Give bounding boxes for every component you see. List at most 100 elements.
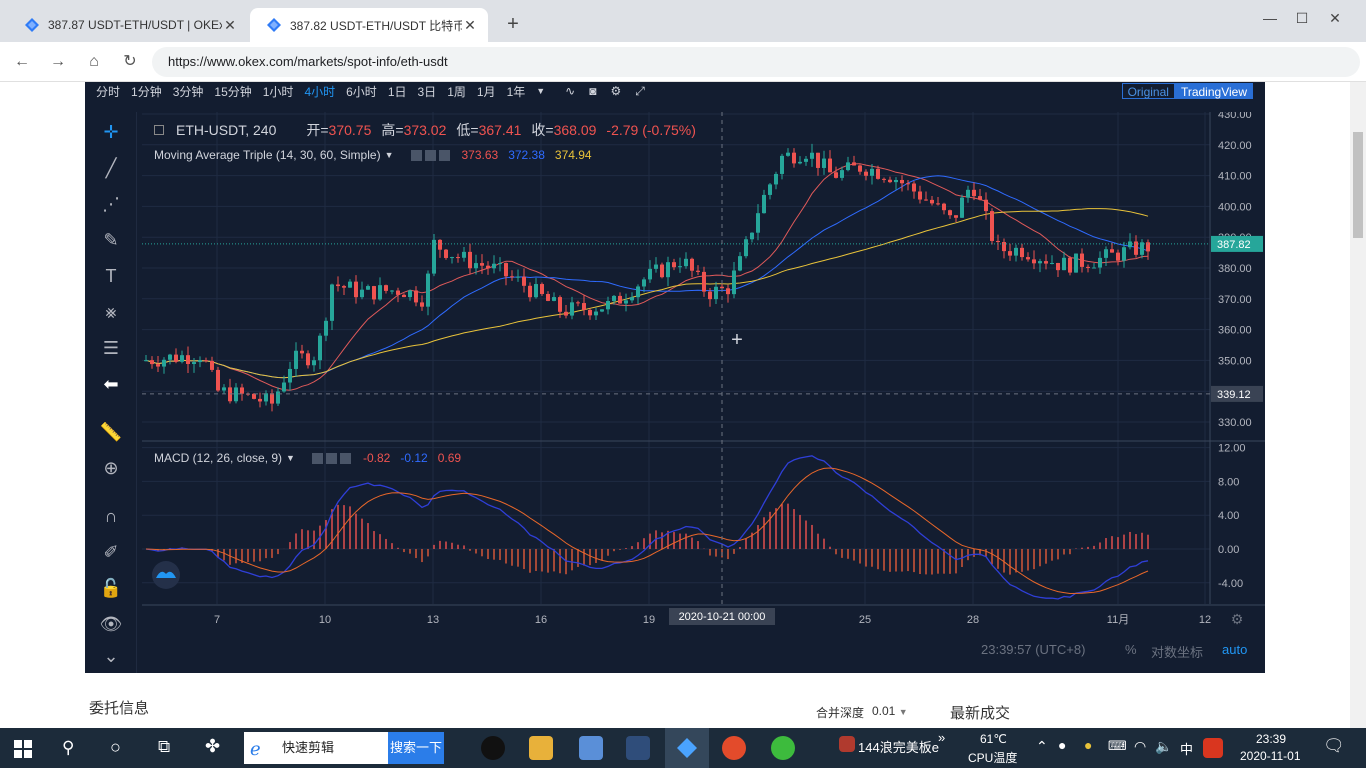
reload-icon[interactable]: ↻ [120,52,140,72]
depth-select[interactable]: 0.01 ▼ [872,704,908,718]
tradingview-mode-button[interactable]: TradingView [1174,83,1253,99]
close-tab-icon[interactable]: ✕ [222,17,238,34]
fib-tool-icon[interactable]: ⋰ [99,192,123,216]
address-bar[interactable]: https://www.okex.com/markets/spot-info/e… [152,47,1360,77]
eye-icon[interactable] [311,452,323,464]
fullscreen-icon[interactable]: ⤢ [635,84,645,99]
taskbar-time[interactable]: 23:39 [1256,732,1286,746]
cortana-icon[interactable]: ○ [110,737,121,758]
chevron-down-icon[interactable]: ▼ [385,150,394,160]
interval-button[interactable]: 6小时 [346,83,377,100]
taskbar-app-title[interactable]: 144浪完美板e [858,737,939,756]
chevron-right-icon[interactable]: » [938,730,945,745]
log-scale-toggle[interactable]: 对数坐标 [1151,642,1203,661]
gear-icon[interactable] [325,452,337,464]
window-close-icon[interactable]: ✕ [1325,8,1345,28]
interval-button[interactable]: 3日 [418,83,437,100]
taskbar-search-button[interactable]: 搜索一下 [388,732,444,764]
search-icon[interactable]: ⚲ [62,738,74,758]
symbol-name[interactable]: ETH-USDT, 240 [176,122,276,138]
unlock-icon[interactable]: 🔓 [99,576,123,600]
taskbar-date[interactable]: 2020-11-01 [1240,749,1301,763]
lock-drawing-icon[interactable]: ✐ [99,540,123,564]
original-mode-button[interactable]: Original [1121,83,1175,99]
new-tab-button[interactable]: + [503,12,523,36]
interval-button[interactable]: 1周 [447,83,466,100]
interval-button[interactable]: 1分钟 [131,83,162,100]
crosshair-tool-icon[interactable]: ✛ [99,120,123,144]
gear-icon[interactable]: ⚙ [610,84,621,98]
interval-dropdown-icon[interactable]: ▼ [536,86,545,96]
scrollbar-thumb[interactable] [1353,132,1363,238]
maximize-icon[interactable]: ☐ [1292,8,1312,28]
chart-canvas[interactable]: 430.00420.00410.00400.00390.00380.00370.… [142,109,1265,673]
eye-icon[interactable]: 👁 [99,612,123,636]
ime-tray-icon[interactable]: ⌨ [1108,738,1127,754]
back-arrow-icon[interactable]: ⬅ [99,372,123,396]
close-icon[interactable] [339,452,351,464]
chevron-down-icon[interactable]: ▼ [899,707,908,717]
pattern-tool-icon[interactable]: ⨳ [99,300,123,324]
collapse-legend-icon[interactable] [154,125,164,135]
interval-button[interactable]: 15分钟 [214,83,251,100]
volume-icon[interactable]: 🔈 [1155,738,1172,755]
browser-tab-2[interactable]: 387.82 USDT-ETH/USDT 比特币f ✕ [250,8,488,42]
eye-icon[interactable] [410,149,422,161]
browser-tab-1[interactable]: 387.87 USDT-ETH/USDT | OKEx.c ✕ [8,8,248,42]
home-icon[interactable]: ⌂ [84,52,104,72]
percent-toggle[interactable]: % [1125,642,1137,657]
ma-legend[interactable]: Moving Average Triple (14, 30, 60, Simpl… [154,148,592,162]
trend-line-icon[interactable]: ╱ [99,156,123,180]
folder-app-icon[interactable] [529,736,553,760]
close-icon[interactable] [438,149,450,161]
interval-button[interactable]: 3分钟 [173,83,204,100]
text-tool-icon[interactable]: T [99,264,123,288]
chevron-down-icon[interactable]: ▼ [286,453,295,463]
tray-app-icon[interactable]: ● [1084,737,1092,753]
ime-indicator[interactable]: 中 [1180,739,1193,758]
network-icon[interactable]: ◠ [1134,738,1146,755]
browser2-app-icon[interactable] [771,736,795,760]
qq-tray-icon[interactable]: ● [1058,737,1066,753]
back-icon[interactable]: ← [12,52,32,72]
close-tab-icon[interactable]: ✕ [462,17,478,34]
notification-icon[interactable]: 🗨 [1323,736,1345,756]
prediction-tool-icon[interactable]: ☰ [99,336,123,360]
candle-body [456,257,460,259]
tray-expand-icon[interactable]: ⌃ [1036,738,1048,755]
calculator-app-icon[interactable] [579,736,603,760]
okex-taskbar-item[interactable] [665,728,709,768]
interval-button[interactable]: 4小时 [304,83,335,100]
sogou-icon[interactable] [1203,738,1223,758]
windows-start-icon[interactable] [14,740,32,758]
candle-body [1074,253,1078,273]
candle-body [546,293,550,301]
gear-icon[interactable] [424,149,436,161]
magnet-icon[interactable]: ∩ [99,504,123,528]
interval-button[interactable]: 1年 [507,83,526,100]
camera-icon[interactable]: ◙ [589,84,596,98]
candle-body [708,291,712,300]
interval-button[interactable]: 分时 [96,83,120,100]
interval-button[interactable]: 1月 [477,83,496,100]
taskbar-search-input[interactable]: 快速剪辑 [244,732,388,764]
brush-tool-icon[interactable]: ✎ [99,228,123,252]
browser-app-icon[interactable] [722,736,746,760]
candle-body [1104,249,1108,258]
qq-app-icon[interactable] [481,736,505,760]
interval-button[interactable]: 1日 [388,83,407,100]
chart-area[interactable]: 430.00420.00410.00400.00390.00380.00370.… [142,109,1265,673]
page-scrollbar[interactable] [1350,82,1366,728]
zoom-icon[interactable]: ⊕ [99,456,123,480]
macd-legend[interactable]: MACD (12, 26, close, 9) ▼ -0.82 -0.12 0.… [154,451,461,465]
auto-scale-toggle[interactable]: auto [1222,642,1247,657]
tradingview-widget: 分时 1分钟 3分钟 15分钟 1小时 4小时 6小时 1日 3日 1周 1月 1年 ▼ ∿ ◙ ⚙ … [85,82,1265,673]
indicator-icon[interactable]: ∿ [565,84,575,98]
paint-app-icon[interactable] [626,736,650,760]
ruler-icon[interactable]: 📏 [99,420,123,444]
minimize-icon[interactable]: — [1260,8,1280,28]
forward-icon[interactable]: → [48,52,68,72]
pinwheel-app-icon[interactable]: ✤ [205,736,220,757]
task-view-icon[interactable]: ⧉ [158,737,170,757]
interval-button[interactable]: 1小时 [263,83,294,100]
